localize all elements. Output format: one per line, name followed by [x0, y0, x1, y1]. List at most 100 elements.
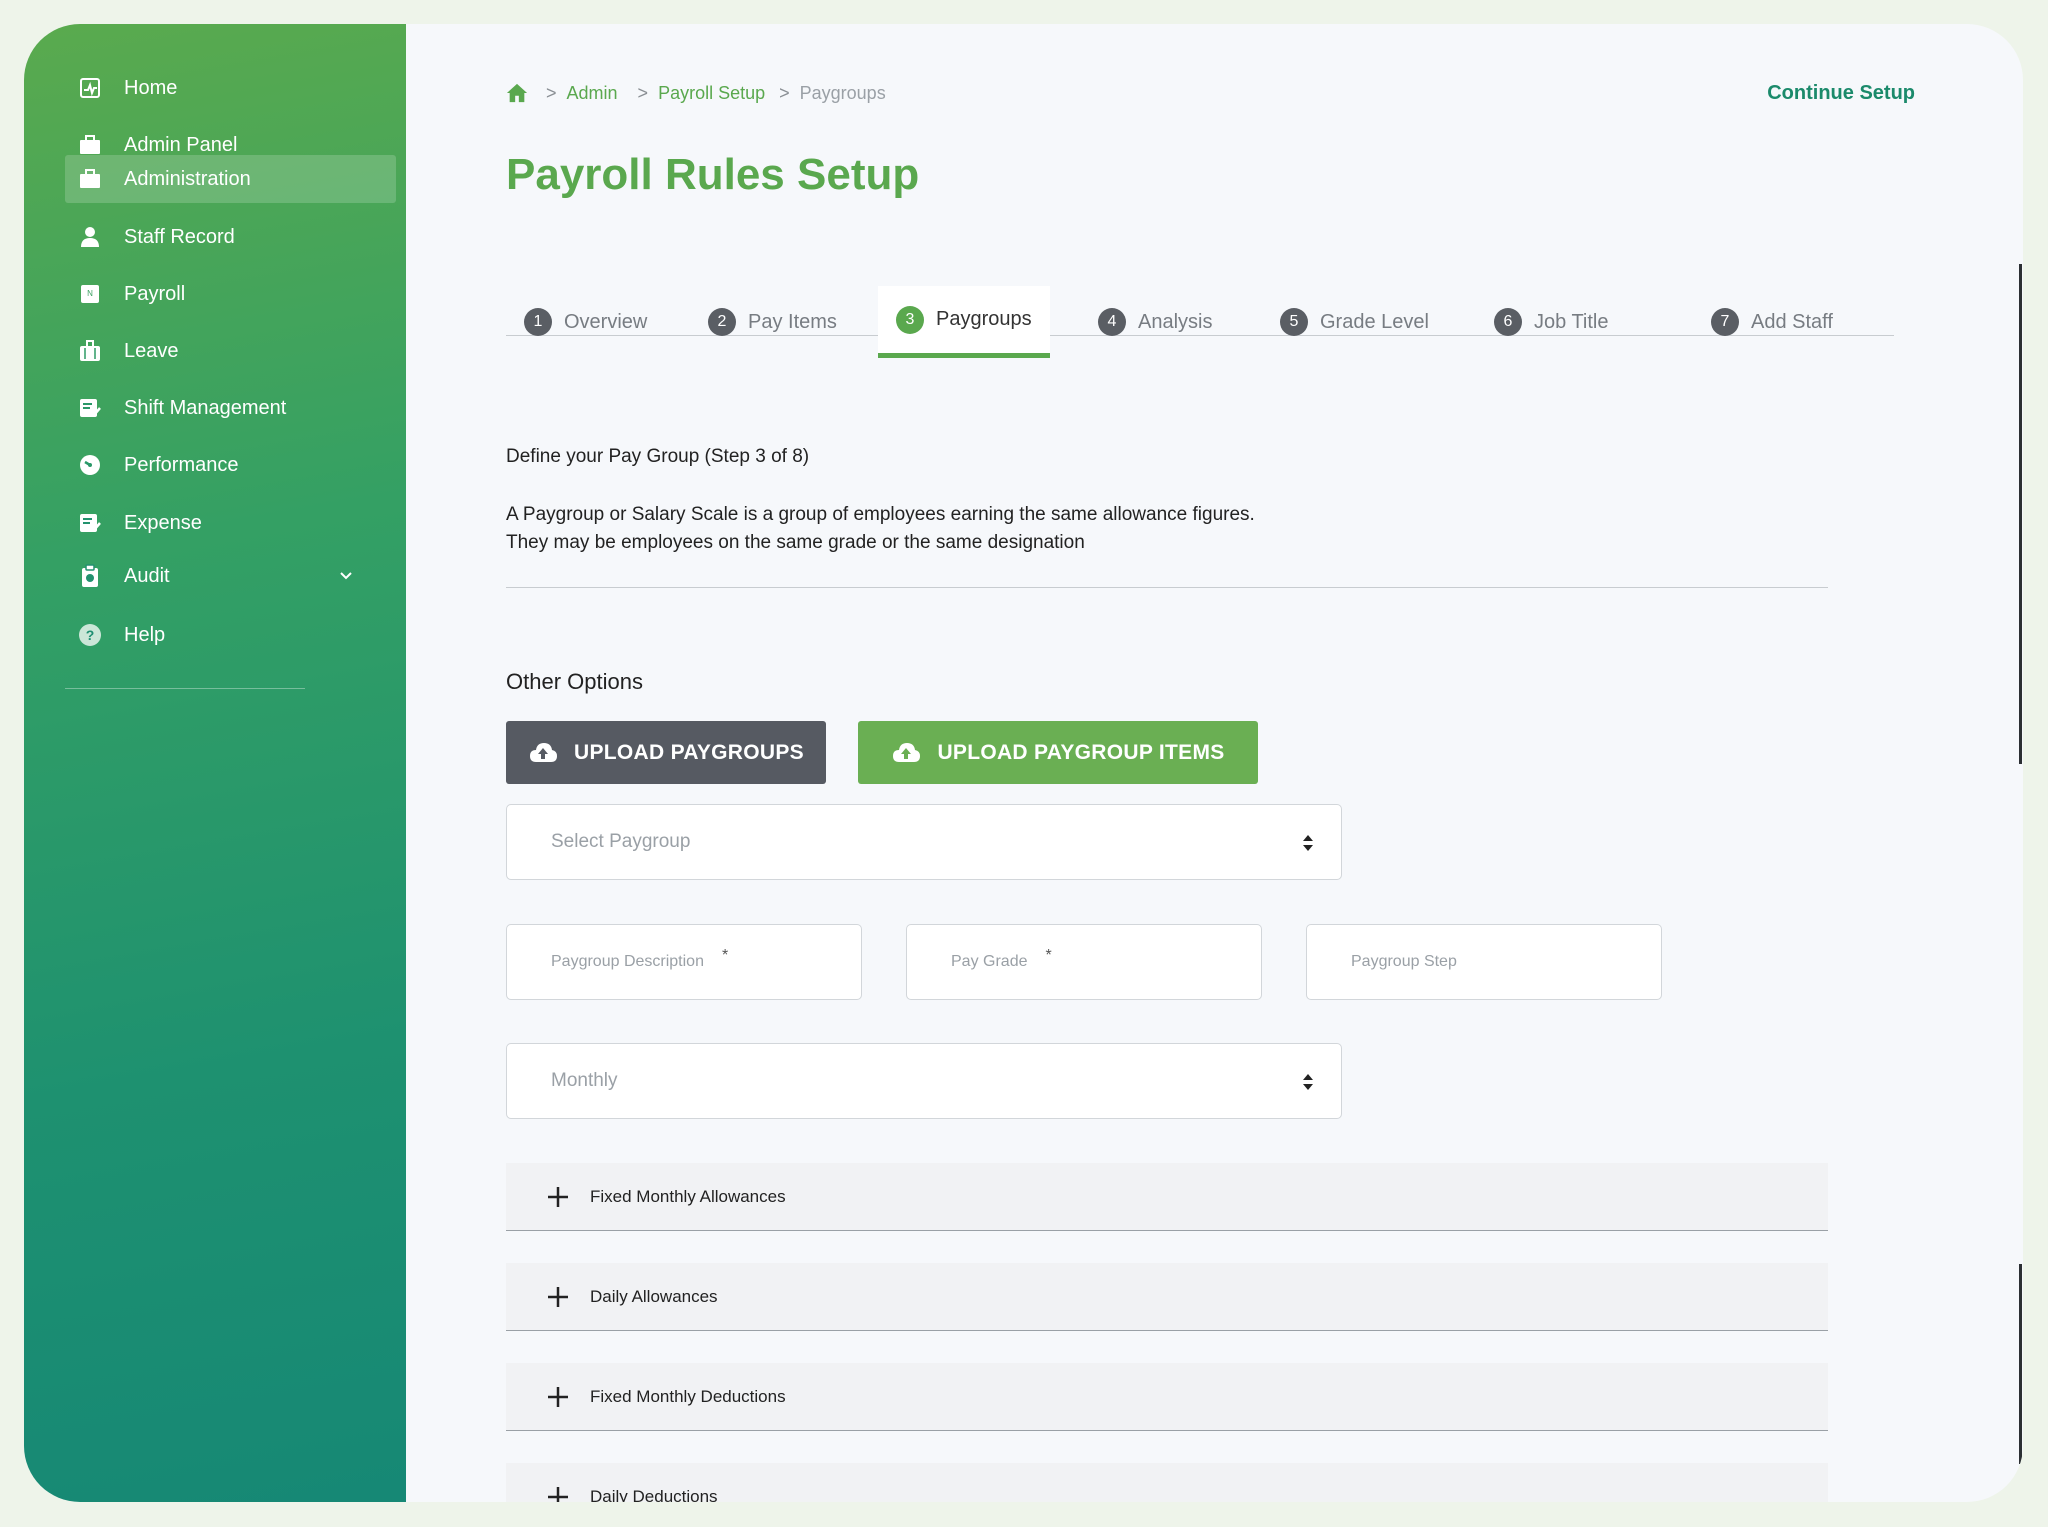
sidebar-item-expense[interactable]: Expense: [65, 499, 396, 547]
briefcase-icon: [78, 133, 102, 157]
tab-number: 1: [524, 308, 552, 336]
paygroup-description-placeholder: Paygroup Description: [551, 953, 704, 970]
description-line: A Paygroup or Salary Scale is a group of…: [506, 504, 1255, 525]
description-line: They may be employees on the same grade …: [506, 532, 1085, 553]
tab-label: Add Staff: [1751, 310, 1833, 333]
tab-label: Job Title: [1534, 310, 1609, 333]
accordion-title: Daily Deductions: [590, 1486, 718, 1503]
help-icon: ?: [78, 623, 102, 647]
sidebar-item-shift-management[interactable]: Shift Management: [65, 384, 396, 432]
sidebar-item-audit[interactable]: Audit: [65, 552, 396, 600]
frequency-dropdown[interactable]: Monthly: [506, 1043, 1342, 1119]
tab-overview[interactable]: 1 Overview: [524, 286, 647, 358]
tab-label: Pay Items: [748, 310, 837, 333]
accordion-title: Fixed Monthly Allowances: [590, 1186, 786, 1206]
tab-label: Analysis: [1138, 310, 1213, 333]
main-content: > Admin > Payroll Setup > Paygroups Cont…: [406, 24, 2023, 1502]
sidebar-item-label: Performance: [124, 453, 239, 476]
sidebar-item-help[interactable]: ? Help: [65, 611, 396, 659]
tab-number: 6: [1494, 308, 1522, 336]
upload-paygroups-button[interactable]: UPLOAD PAYGROUPS: [506, 721, 826, 784]
accordion-title: Daily Allowances: [590, 1286, 718, 1306]
paygroup-description-text: A Paygroup or Salary Scale is a group of…: [506, 501, 1255, 557]
chevron-down-icon[interactable]: [336, 566, 356, 586]
breadcrumb-payroll-setup[interactable]: Payroll Setup: [658, 83, 765, 104]
tab-number: 5: [1280, 308, 1308, 336]
sidebar-item-label: Home: [124, 76, 178, 99]
other-options-heading: Other Options: [506, 669, 643, 694]
button-label: UPLOAD PAYGROUP ITEMS: [937, 740, 1225, 764]
tab-add-staff[interactable]: 7 Add Staff: [1711, 286, 1833, 358]
accordion-daily-allowances[interactable]: Daily Allowances: [506, 1263, 1828, 1331]
briefcase-icon: [78, 167, 102, 191]
paygroup-description-input[interactable]: Paygroup Description *: [506, 924, 862, 1000]
required-mark: *: [1045, 947, 1052, 964]
sidebar-item-label: Help: [124, 623, 166, 646]
luggage-icon: [78, 339, 102, 363]
app-window: Home Admin Panel Administration Staff Re…: [24, 24, 2023, 1502]
accordion-fixed-monthly-deductions[interactable]: Fixed Monthly Deductions: [506, 1363, 1828, 1431]
tab-label: Paygroups: [936, 308, 1032, 330]
accordion-fixed-monthly-allowances[interactable]: Fixed Monthly Allowances: [506, 1163, 1828, 1231]
tab-number: 2: [708, 308, 736, 336]
breadcrumb-admin[interactable]: Admin: [567, 83, 618, 104]
frequency-selected-value: Monthly: [551, 1070, 618, 1091]
breadcrumb-paygroups: Paygroups: [799, 82, 886, 103]
breadcrumb-separator: >: [779, 82, 790, 103]
sort-arrows-icon: [1303, 835, 1313, 851]
pay-grade-input[interactable]: Pay Grade *: [906, 924, 1262, 1000]
svg-text:?: ?: [86, 627, 95, 643]
tab-label: Grade Level: [1320, 310, 1429, 333]
scrollbar-track[interactable]: [2019, 264, 2022, 764]
sidebar-item-staff-record[interactable]: Staff Record: [65, 213, 396, 261]
tab-pay-items[interactable]: 2 Pay Items: [708, 286, 837, 358]
accordion-daily-deductions[interactable]: Daily Deductions: [506, 1463, 1828, 1502]
tab-number: 4: [1098, 308, 1126, 336]
payroll-icon: N: [78, 282, 102, 306]
page-title: Payroll Rules Setup: [506, 150, 920, 199]
breadcrumb-separator: >: [546, 82, 557, 103]
sidebar: Home Admin Panel Administration Staff Re…: [24, 24, 406, 1502]
content-divider: [506, 587, 1828, 588]
plus-icon: [548, 1486, 568, 1502]
sidebar-item-label: Administration: [124, 167, 251, 190]
plus-icon: [548, 1386, 568, 1407]
sidebar-item-home[interactable]: Home: [65, 64, 396, 112]
sidebar-item-label: Payroll: [124, 282, 186, 305]
scrollbar-track[interactable]: [2019, 1264, 2022, 1464]
breadcrumb-separator: >: [637, 82, 649, 103]
pay-grade-placeholder: Pay Grade: [951, 953, 1028, 970]
continue-setup-button[interactable]: Continue Setup: [1767, 82, 1915, 105]
paygroup-step-input[interactable]: Paygroup Step: [1306, 924, 1662, 1000]
home-icon[interactable]: [506, 82, 528, 104]
sort-arrows-icon: [1303, 1074, 1313, 1090]
required-mark: *: [721, 947, 729, 964]
step-indicator-text: Define your Pay Group (Step 3 of 8): [506, 446, 810, 467]
plus-icon: [548, 1286, 568, 1307]
sidebar-item-label: Shift Management: [124, 396, 287, 419]
tab-job-title[interactable]: 6 Job Title: [1494, 286, 1608, 358]
sidebar-item-performance[interactable]: Performance: [65, 441, 396, 489]
tab-grade-level[interactable]: 5 Grade Level: [1280, 286, 1429, 358]
tab-paygroups[interactable]: 3 Paygroups: [878, 286, 1050, 358]
cloud-upload-icon: [529, 742, 557, 762]
select-paygroup-dropdown[interactable]: Select Paygroup: [506, 804, 1342, 880]
select-paygroup-placeholder: Select Paygroup: [551, 831, 691, 852]
sidebar-item-administration[interactable]: Administration: [65, 155, 396, 203]
sidebar-item-label: Expense: [124, 511, 202, 534]
edit-check-icon: [78, 511, 102, 535]
sidebar-item-payroll[interactable]: N Payroll: [65, 270, 396, 318]
upload-paygroup-items-button[interactable]: UPLOAD PAYGROUP ITEMS: [858, 721, 1258, 784]
svg-text:N: N: [87, 289, 93, 298]
accordion-title: Fixed Monthly Deductions: [590, 1386, 786, 1406]
dashboard-icon: [78, 76, 102, 100]
sidebar-item-label: Leave: [124, 339, 179, 362]
edit-check-icon: [78, 396, 102, 420]
sidebar-item-leave[interactable]: Leave: [65, 327, 396, 375]
tab-analysis[interactable]: 4 Analysis: [1098, 286, 1212, 358]
sidebar-item-label: Admin Panel: [124, 133, 238, 156]
tab-label: Overview: [564, 310, 648, 333]
gauge-icon: [78, 453, 102, 477]
button-label: UPLOAD PAYGROUPS: [573, 740, 804, 764]
breadcrumb: > Admin > Payroll Setup > Paygroups: [506, 82, 886, 104]
